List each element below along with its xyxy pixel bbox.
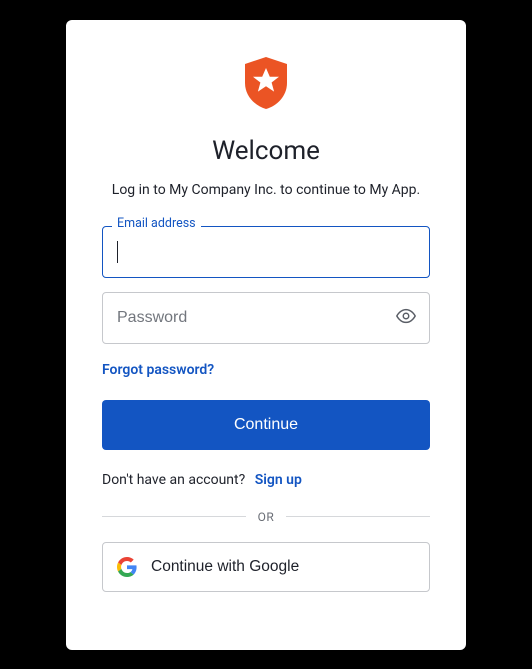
continue-button[interactable]: Continue bbox=[102, 400, 430, 450]
password-input[interactable] bbox=[102, 292, 430, 344]
page-subtitle: Log in to My Company Inc. to continue to… bbox=[102, 180, 430, 200]
login-card: Welcome Log in to My Company Inc. to con… bbox=[66, 20, 466, 650]
auth0-logo-icon bbox=[241, 56, 291, 114]
google-signin-button[interactable]: Continue with Google bbox=[102, 542, 430, 592]
text-cursor bbox=[117, 241, 118, 263]
signup-prompt: Don't have an account? bbox=[102, 472, 245, 488]
divider-label: OR bbox=[258, 510, 275, 524]
email-input[interactable] bbox=[102, 226, 430, 278]
email-field-wrap: Email address bbox=[102, 226, 430, 278]
email-label: Email address bbox=[112, 218, 201, 231]
divider-line-left bbox=[102, 516, 246, 517]
divider-line-right bbox=[286, 516, 430, 517]
show-password-button[interactable] bbox=[392, 304, 420, 332]
divider: OR bbox=[102, 510, 430, 524]
google-icon bbox=[117, 557, 137, 577]
page-title: Welcome bbox=[102, 136, 430, 166]
forgot-password-link[interactable]: Forgot password? bbox=[102, 362, 214, 378]
password-field-wrap bbox=[102, 292, 430, 344]
google-signin-label: Continue with Google bbox=[151, 558, 299, 576]
signup-link[interactable]: Sign up bbox=[255, 472, 302, 488]
eye-icon bbox=[395, 305, 417, 331]
signup-row: Don't have an account? Sign up bbox=[102, 472, 430, 488]
logo-wrap bbox=[102, 56, 430, 114]
